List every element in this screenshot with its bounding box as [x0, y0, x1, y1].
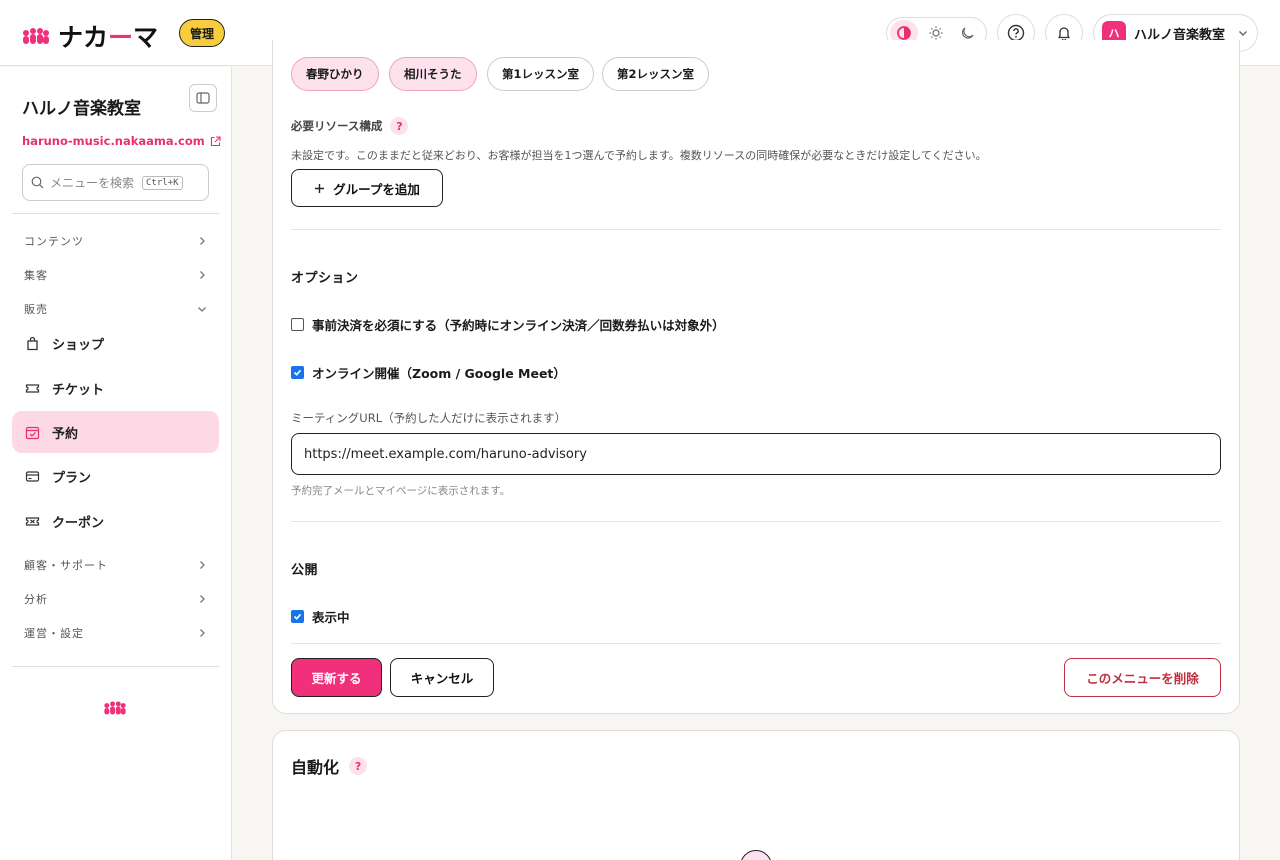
checkmark-icon	[293, 613, 302, 620]
chevron-down-icon	[198, 307, 206, 312]
sidebar-item-coupon[interactable]: クーポン	[12, 500, 219, 542]
menu-search-input[interactable]	[50, 175, 136, 190]
sidebar-divider	[12, 666, 219, 667]
site-url-link[interactable]: haruno-music.nakaama.com	[22, 134, 221, 148]
chevron-right-icon	[200, 595, 205, 603]
sun-icon	[929, 26, 943, 40]
nav-group-customer[interactable]: 顧客・サポート	[12, 553, 219, 577]
online-label: オンライン開催（Zoom / Google Meet）	[312, 366, 566, 381]
people-logo-icon	[23, 28, 49, 44]
nav-group-operations[interactable]: 運営・設定	[12, 621, 219, 645]
nav-group-label: コンテンツ	[24, 235, 84, 248]
sidebar-divider	[12, 213, 219, 214]
sidebar: ハルノ音楽教室 haruno-music.nakaama.com Ctrl+K …	[0, 67, 232, 860]
options-section-title: オプション	[291, 271, 359, 286]
automation-card	[272, 730, 1240, 860]
resource-chip[interactable]: 第2レッスン室	[602, 57, 710, 91]
meeting-url-input[interactable]	[291, 433, 1221, 475]
moon-icon	[961, 27, 974, 39]
nav-group-label: 分析	[24, 593, 48, 606]
calendar-check-icon	[25, 426, 40, 439]
online-checkbox-row[interactable]: オンライン開催（Zoom / Google Meet）	[291, 363, 566, 382]
search-icon	[31, 176, 44, 189]
visible-label: 表示中	[312, 610, 350, 625]
update-button[interactable]: 更新する	[291, 658, 382, 697]
prepay-checkbox[interactable]	[291, 318, 304, 331]
checkmark-icon	[293, 369, 302, 376]
sidebar-item-label: クーポン	[52, 515, 105, 531]
sidebar-item-plan[interactable]: プラン	[12, 455, 219, 497]
nav-group-sales[interactable]: 販売	[12, 297, 219, 321]
resource-chip[interactable]: 第1レッスン室	[487, 57, 595, 91]
online-checkbox[interactable]	[291, 366, 304, 379]
nav-group-analytics[interactable]: 分析	[12, 587, 219, 611]
sidebar-item-shop[interactable]: ショップ	[12, 322, 219, 364]
automation-title-text: 自動化	[291, 758, 340, 777]
chevron-down-icon	[1239, 31, 1247, 36]
visible-checkbox[interactable]	[291, 610, 304, 623]
sidebar-collapse-button[interactable]	[189, 84, 217, 112]
resource-config-label-text: 必要リソース構成	[291, 119, 383, 133]
meeting-url-label: ミーティングURL（予約した人だけに表示されます）	[291, 411, 567, 425]
site-name: ハルノ音楽教室	[22, 99, 141, 119]
ticket-icon	[25, 383, 40, 393]
automation-title: 自動化 ?	[291, 754, 368, 778]
external-link-icon	[210, 135, 221, 146]
nav-group-label: 顧客・サポート	[24, 559, 108, 572]
add-group-label: グループを追加	[333, 181, 420, 197]
people-logo-icon	[104, 701, 126, 715]
chevron-right-icon	[200, 561, 205, 569]
contrast-icon	[897, 26, 911, 40]
resource-chip[interactable]: 相川そうた	[389, 57, 477, 91]
resource-config-description: 未設定です。このままだと従来どおり、お客様が担当を1つ選んで予約します。複数リソ…	[291, 149, 987, 162]
chevron-right-icon	[200, 629, 205, 637]
publish-section-title: 公開	[291, 563, 319, 578]
section-divider	[291, 229, 1221, 230]
nav-group-label: 集客	[24, 269, 48, 282]
chevron-right-icon	[200, 237, 205, 245]
app-logo[interactable]: ナカーマ	[22, 18, 158, 54]
visible-checkbox-row[interactable]: 表示中	[291, 607, 350, 626]
coupon-icon	[25, 516, 40, 526]
logo-text: ナカーマ	[58, 23, 159, 52]
sidebar-item-booking[interactable]: 予約	[12, 411, 219, 453]
credit-card-icon	[25, 470, 40, 482]
sidebar-item-label: ショップ	[52, 337, 105, 353]
sidebar-toggle-icon	[196, 92, 210, 104]
section-divider	[291, 521, 1221, 522]
resource-config-label: 必要リソース構成 ?	[291, 117, 409, 135]
cancel-button[interactable]: キャンセル	[390, 658, 494, 697]
bell-icon	[1058, 27, 1070, 41]
nav-group-marketing[interactable]: 集客	[12, 263, 219, 287]
menu-search-box: Ctrl+K	[22, 164, 209, 201]
nav-group-label: 販売	[24, 303, 48, 316]
sidebar-item-ticket[interactable]: チケット	[12, 367, 219, 409]
sidebar-item-label: チケット	[52, 382, 105, 398]
shopping-bag-icon	[27, 336, 38, 350]
sidebar-item-label: 予約	[52, 426, 79, 442]
site-url-text: haruno-music.nakaama.com	[22, 134, 205, 148]
chevron-right-icon	[200, 271, 205, 279]
plus-icon	[315, 183, 325, 193]
section-divider	[291, 643, 1221, 644]
add-group-button[interactable]: グループを追加	[291, 169, 443, 207]
admin-badge: 管理	[179, 19, 226, 47]
prepay-label: 事前決済を必須にする（予約時にオンライン決済／回数券払いは対象外）	[312, 318, 725, 333]
nav-group-contents[interactable]: コンテンツ	[12, 229, 219, 253]
sidebar-item-label: プラン	[52, 470, 92, 486]
help-question-icon[interactable]: ?	[349, 757, 368, 775]
prepay-checkbox-row[interactable]: 事前決済を必須にする（予約時にオンライン決済／回数券払いは対象外）	[291, 315, 725, 334]
nav-group-label: 運営・設定	[24, 627, 84, 640]
resource-chip[interactable]: 春野ひかり	[291, 57, 379, 91]
help-question-icon[interactable]: ?	[390, 117, 409, 135]
meeting-url-hint: 予約完了メールとマイページに表示されます。	[291, 485, 511, 497]
delete-menu-button[interactable]: このメニューを削除	[1064, 658, 1221, 697]
search-shortcut-hint: Ctrl+K	[142, 175, 183, 190]
